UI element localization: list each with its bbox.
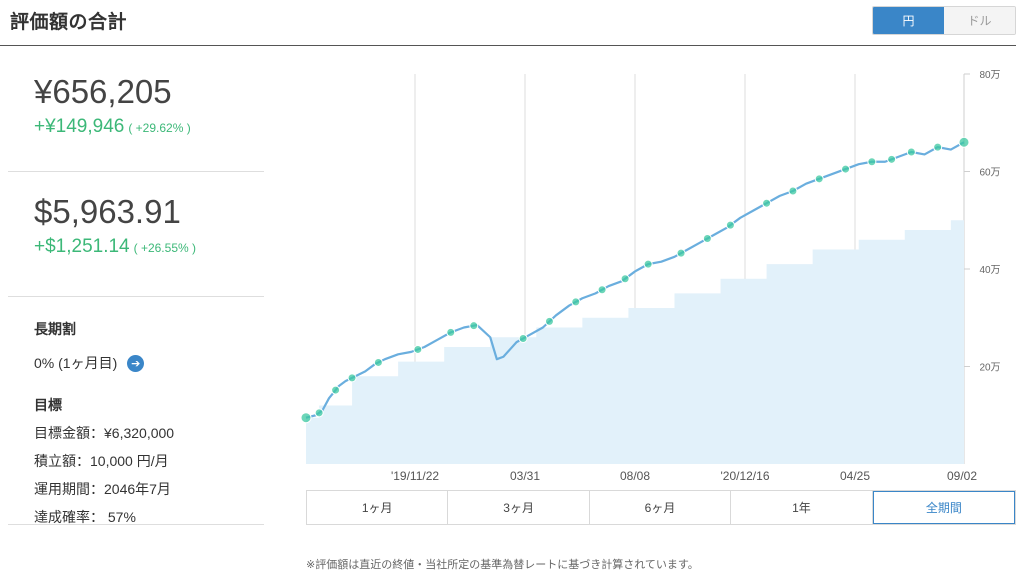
usd-total-value: $5,963.91 [34, 193, 181, 230]
deposit-marker [314, 408, 324, 418]
range-tabs: 1ヶ月 3ヶ月 6ヶ月 1年 全期間 [306, 490, 1016, 525]
x-tick-label: 03/31 [510, 469, 540, 483]
header: 評価額の合計 円 ドル [0, 0, 1016, 46]
deposit-marker [702, 234, 712, 244]
summary-sidebar: ¥656,205 +¥149,946( +29.62% ) $5,963.91 … [8, 60, 264, 525]
deposit-marker [347, 373, 357, 383]
goal-period: 運用期間：2046年7月 [34, 481, 171, 497]
deposit-marker [331, 385, 341, 395]
long-term-value: 0% (1ヶ月目) [34, 355, 118, 371]
deposit-marker [725, 220, 735, 230]
yen-gain-percent: ( +29.62% ) [128, 121, 191, 135]
x-tick-label: 04/25 [840, 469, 870, 483]
goal-amount: 目標金額：¥6,320,000 [34, 425, 175, 441]
deposit-marker [446, 327, 456, 337]
deposit-marker [300, 412, 312, 424]
chart-svg: 20万 40万 60万 80万 '19/11/22 03/31 08/08 '20/12/16… [300, 70, 1001, 483]
footnote: ※評価額は直近の終値・当社所定の基準為替レートに基づき計算されています。 [306, 559, 699, 571]
range-tab-3[interactable]: 1年 [731, 491, 873, 524]
deposit-marker [887, 154, 897, 164]
deposit-marker [867, 157, 877, 167]
deposit-marker [933, 142, 943, 152]
deposit-marker [620, 274, 630, 284]
deposit-marker [788, 186, 798, 196]
currency-yen-button[interactable]: 円 [873, 7, 944, 34]
deposit-marker [469, 321, 479, 331]
long-term-row: 0% (1ヶ月目) ➔ [34, 353, 264, 373]
y-tick-label: 40万 [979, 265, 1000, 276]
usd-gain: +$1,251.14( +26.55% ) [34, 236, 264, 258]
deposit-marker [906, 147, 916, 157]
range-tab-0[interactable]: 1ヶ月 [307, 491, 449, 524]
deposit-marker [643, 259, 653, 269]
deposit-marker [413, 344, 423, 354]
y-tick-label: 80万 [979, 70, 1000, 81]
long-term-label: 長期割 [34, 321, 76, 337]
yen-gain: +¥149,946( +29.62% ) [34, 116, 264, 138]
yen-gain-amount: +¥149,946 [34, 116, 125, 137]
range-tab-4[interactable]: 全期間 [872, 491, 1016, 524]
usd-gain-amount: +$1,251.14 [34, 236, 130, 257]
deposit-marker [814, 174, 824, 184]
currency-dollar-button[interactable]: ドル [944, 7, 1015, 34]
x-tick-label: '19/11/22 [391, 469, 439, 483]
range-tab-1[interactable]: 3ヶ月 [448, 491, 590, 524]
x-tick-label: 09/02 [947, 469, 977, 483]
deposit-marker [762, 198, 772, 208]
range-tab-2[interactable]: 6ヶ月 [589, 491, 732, 524]
yen-total-value: ¥656,205 [34, 73, 172, 110]
page-title: 評価額の合計 [10, 12, 128, 33]
goal-probability: 達成確率： 57% [34, 509, 136, 525]
deposit-marker [373, 357, 383, 367]
deposit-marker [958, 136, 970, 148]
valuation-chart[interactable]: 20万 40万 60万 80万 '19/11/22 03/31 08/08 '20/12/16… [300, 66, 1024, 486]
y-tick-label: 20万 [979, 363, 1000, 374]
deposit-marker [518, 333, 528, 343]
deposit-marker [571, 297, 581, 307]
x-tick-label: 08/08 [620, 469, 650, 483]
goal-title: 目標 [34, 397, 62, 413]
deposit-marker [544, 316, 554, 326]
usd-summary: $5,963.91 +$1,251.14( +26.55% ) [8, 172, 264, 297]
x-tick-label: '20/12/16 [720, 469, 769, 483]
usd-gain-percent: ( +26.55% ) [133, 241, 196, 255]
deposit-marker [597, 285, 607, 295]
goal-monthly: 積立額：10,000 円/月 [34, 453, 169, 469]
deposit-marker [676, 248, 686, 258]
goal-section: 長期割 0% (1ヶ月目) ➔ 目標 目標金額：¥6,320,000 積立額：1… [8, 297, 264, 525]
y-tick-label: 60万 [979, 168, 1000, 179]
currency-toggle[interactable]: 円 ドル [872, 6, 1016, 35]
arrow-right-icon[interactable]: ➔ [127, 354, 145, 372]
deposit-marker [841, 164, 851, 174]
yen-summary: ¥656,205 +¥149,946( +29.62% ) [8, 60, 264, 172]
